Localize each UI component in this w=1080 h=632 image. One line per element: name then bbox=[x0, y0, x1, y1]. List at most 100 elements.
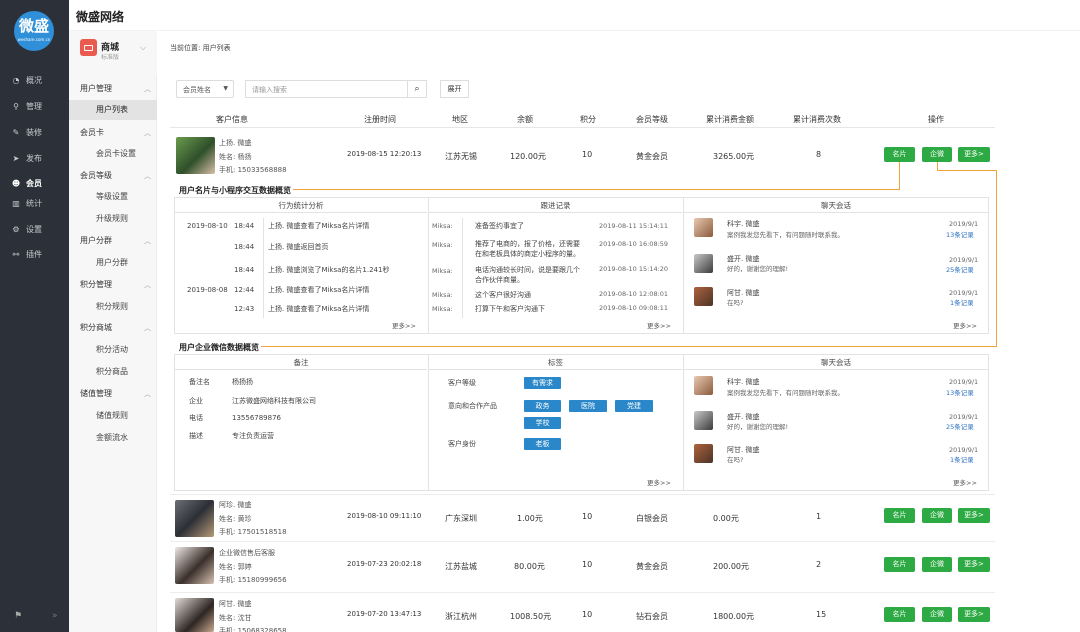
chevron-up-icon: ︿ bbox=[144, 129, 151, 137]
nav-item-settings[interactable]: ⚙ 设置 bbox=[0, 219, 69, 241]
wecom-button[interactable]: 企微 bbox=[922, 147, 952, 162]
tag-chip[interactable]: 学校 bbox=[524, 417, 561, 429]
breadcrumb: 当前位置: 用户列表 bbox=[170, 44, 231, 52]
chat-avatar bbox=[694, 287, 713, 306]
chat-date: 2019/9/1 bbox=[949, 289, 979, 297]
behavior-time: 18:44 bbox=[234, 222, 255, 230]
card-button[interactable]: 名片 bbox=[884, 557, 915, 572]
connector-line bbox=[260, 346, 997, 347]
nav-label: 设置 bbox=[26, 225, 42, 234]
follow-text: 推荐了电商的，报了价格，还需要 bbox=[475, 240, 580, 248]
chat-name: 盛开. 微盛 bbox=[727, 255, 760, 263]
more-button[interactable]: 更多> bbox=[958, 607, 990, 622]
submenu-item-user-list[interactable]: 用户列表 bbox=[69, 100, 157, 120]
submenu-group-stored-value[interactable]: 储值管理 ︿ bbox=[69, 384, 157, 404]
nav-item-members[interactable]: ☻ 会员 bbox=[0, 173, 69, 195]
nav-item-publish[interactable]: ➤ 发布 bbox=[0, 148, 69, 170]
submenu-item-level-settings[interactable]: 等级设置 bbox=[69, 187, 157, 207]
col-follow: 跟进记录 bbox=[429, 198, 682, 213]
points: 10 bbox=[582, 610, 593, 619]
search-input[interactable]: 请输入搜索 bbox=[245, 80, 408, 98]
submenu-group-points-mall[interactable]: 积分商城 ︿ bbox=[69, 318, 157, 338]
reg-time: 2019-07-23 20:02:18 bbox=[347, 560, 422, 568]
user-nickname: 上扬. 微盛 bbox=[219, 139, 252, 147]
group-label: 积分管理 bbox=[80, 280, 112, 289]
card-button[interactable]: 名片 bbox=[884, 147, 915, 162]
collapse-icon[interactable]: » bbox=[52, 611, 58, 621]
chat-record-link[interactable]: 13条记录 bbox=[946, 230, 974, 240]
wecom-data-panel bbox=[174, 354, 989, 491]
wecom-button[interactable]: 企微 bbox=[922, 557, 952, 572]
behavior-text: 上扬. 微盛查看了Miksa名片详情 bbox=[268, 286, 370, 294]
submenu-group-segment[interactable]: 用户分群 ︿ bbox=[69, 231, 157, 251]
expand-button[interactable]: 展开 bbox=[440, 80, 469, 98]
follow-more-link[interactable]: 更多>> bbox=[647, 320, 671, 330]
total-amount: 3265.00元 bbox=[713, 152, 755, 161]
submenu-item-points-goods[interactable]: 积分商品 bbox=[69, 362, 157, 382]
chat-record-link[interactable]: 25条记录 bbox=[946, 422, 974, 432]
behavior-text: 上扬. 微盛查看了Miksa名片详情 bbox=[268, 222, 370, 230]
chat-record-link[interactable]: 1条记录 bbox=[950, 455, 974, 465]
nav-item-manage[interactable]: ⚲ 管理 bbox=[0, 96, 69, 118]
more-button[interactable]: 更多> bbox=[958, 147, 990, 162]
balance: 120.00元 bbox=[510, 152, 546, 161]
submenu-item-segment[interactable]: 用户分群 bbox=[69, 253, 157, 273]
behavior-date: 2019-08-10 bbox=[187, 222, 228, 230]
submenu-group-level[interactable]: 会员等级 ︿ bbox=[69, 166, 157, 186]
submenu-item-stored-rules[interactable]: 储值规则 bbox=[69, 406, 157, 426]
more-button[interactable]: 更多> bbox=[958, 557, 990, 572]
submenu-group-user[interactable]: 用户管理 ︿ bbox=[69, 79, 157, 99]
wecom-button[interactable]: 企微 bbox=[922, 607, 952, 622]
search-icon[interactable]: ⌕ bbox=[407, 80, 427, 98]
chat-record-link[interactable]: 13条记录 bbox=[946, 388, 974, 398]
wecom-button[interactable]: 企微 bbox=[922, 508, 952, 523]
chevron-down-icon[interactable]: ⌵ bbox=[140, 43, 146, 53]
stats-icon: ▥ bbox=[12, 199, 20, 208]
chevron-up-icon: ︿ bbox=[144, 281, 151, 289]
follow-text: 打算下午和客户沟通下 bbox=[475, 305, 545, 313]
nav-item-stats[interactable]: ▥ 统计 bbox=[0, 193, 69, 215]
follow-author: Miksa: bbox=[432, 305, 453, 313]
card-button[interactable]: 名片 bbox=[884, 508, 915, 523]
header-divider bbox=[170, 127, 995, 128]
submenu-group-points[interactable]: 积分管理 ︿ bbox=[69, 275, 157, 295]
submenu-group-card[interactable]: 会员卡 ︿ bbox=[69, 123, 157, 143]
chat-record-link[interactable]: 1条记录 bbox=[950, 298, 974, 308]
filter-field-select[interactable]: 会员姓名 ▼ bbox=[176, 80, 234, 98]
chat-more-link[interactable]: 更多>> bbox=[953, 320, 977, 330]
chevron-up-icon: ︿ bbox=[144, 237, 151, 245]
user-name: 姓名: 沈甘 bbox=[219, 614, 252, 622]
submenu-item-points-rules[interactable]: 积分规则 bbox=[69, 297, 157, 317]
app-logo[interactable]: 微盛 weshare.com.cn bbox=[14, 11, 54, 51]
chat-message: 案例我发您先看下，有问题随时联系我。 bbox=[727, 389, 844, 397]
chat-record-link[interactable]: 25条记录 bbox=[946, 265, 974, 275]
nav-item-plugins[interactable]: ⚯ 插件 bbox=[0, 244, 69, 266]
card-button[interactable]: 名片 bbox=[884, 607, 915, 622]
row-divider bbox=[170, 592, 995, 593]
user-avatar bbox=[176, 137, 215, 174]
nav-item-decorate[interactable]: ✎ 装修 bbox=[0, 122, 69, 144]
user-nickname: 企业微信售后客服 bbox=[219, 549, 275, 557]
follow-time: 2019-08-11 15:14:11 bbox=[599, 222, 669, 230]
col-tags: 标签 bbox=[429, 355, 682, 370]
submenu-item-upgrade-rules[interactable]: 升级规则 bbox=[69, 209, 157, 229]
notification-icon[interactable]: ⚑ bbox=[14, 611, 22, 621]
chat-more-link[interactable]: 更多>> bbox=[953, 477, 977, 487]
reg-time: 2019-07-20 13:47:13 bbox=[347, 610, 422, 618]
tags-more-link[interactable]: 更多>> bbox=[647, 477, 671, 487]
tag-chip[interactable]: 政务 bbox=[524, 400, 561, 412]
submenu-item-points-activity[interactable]: 积分活动 bbox=[69, 340, 157, 360]
connector-line bbox=[996, 170, 997, 346]
tag-chip[interactable]: 党建 bbox=[615, 400, 653, 412]
more-button[interactable]: 更多> bbox=[958, 508, 990, 523]
submenu-item-card-settings[interactable]: 会员卡设置 bbox=[69, 144, 157, 164]
points: 10 bbox=[582, 512, 593, 521]
chat-name: 阿甘. 微盛 bbox=[727, 289, 760, 297]
tag-chip[interactable]: 有需求 bbox=[524, 377, 561, 389]
nav-item-overview[interactable]: ◔ 概况 bbox=[0, 70, 69, 92]
tag-chip[interactable]: 医院 bbox=[569, 400, 607, 412]
tag-chip[interactable]: 老板 bbox=[524, 438, 561, 450]
submenu-item-amount-flow[interactable]: 金额流水 bbox=[69, 428, 157, 448]
follow-author: Miksa: bbox=[432, 291, 453, 299]
behavior-more-link[interactable]: 更多>> bbox=[392, 320, 416, 330]
